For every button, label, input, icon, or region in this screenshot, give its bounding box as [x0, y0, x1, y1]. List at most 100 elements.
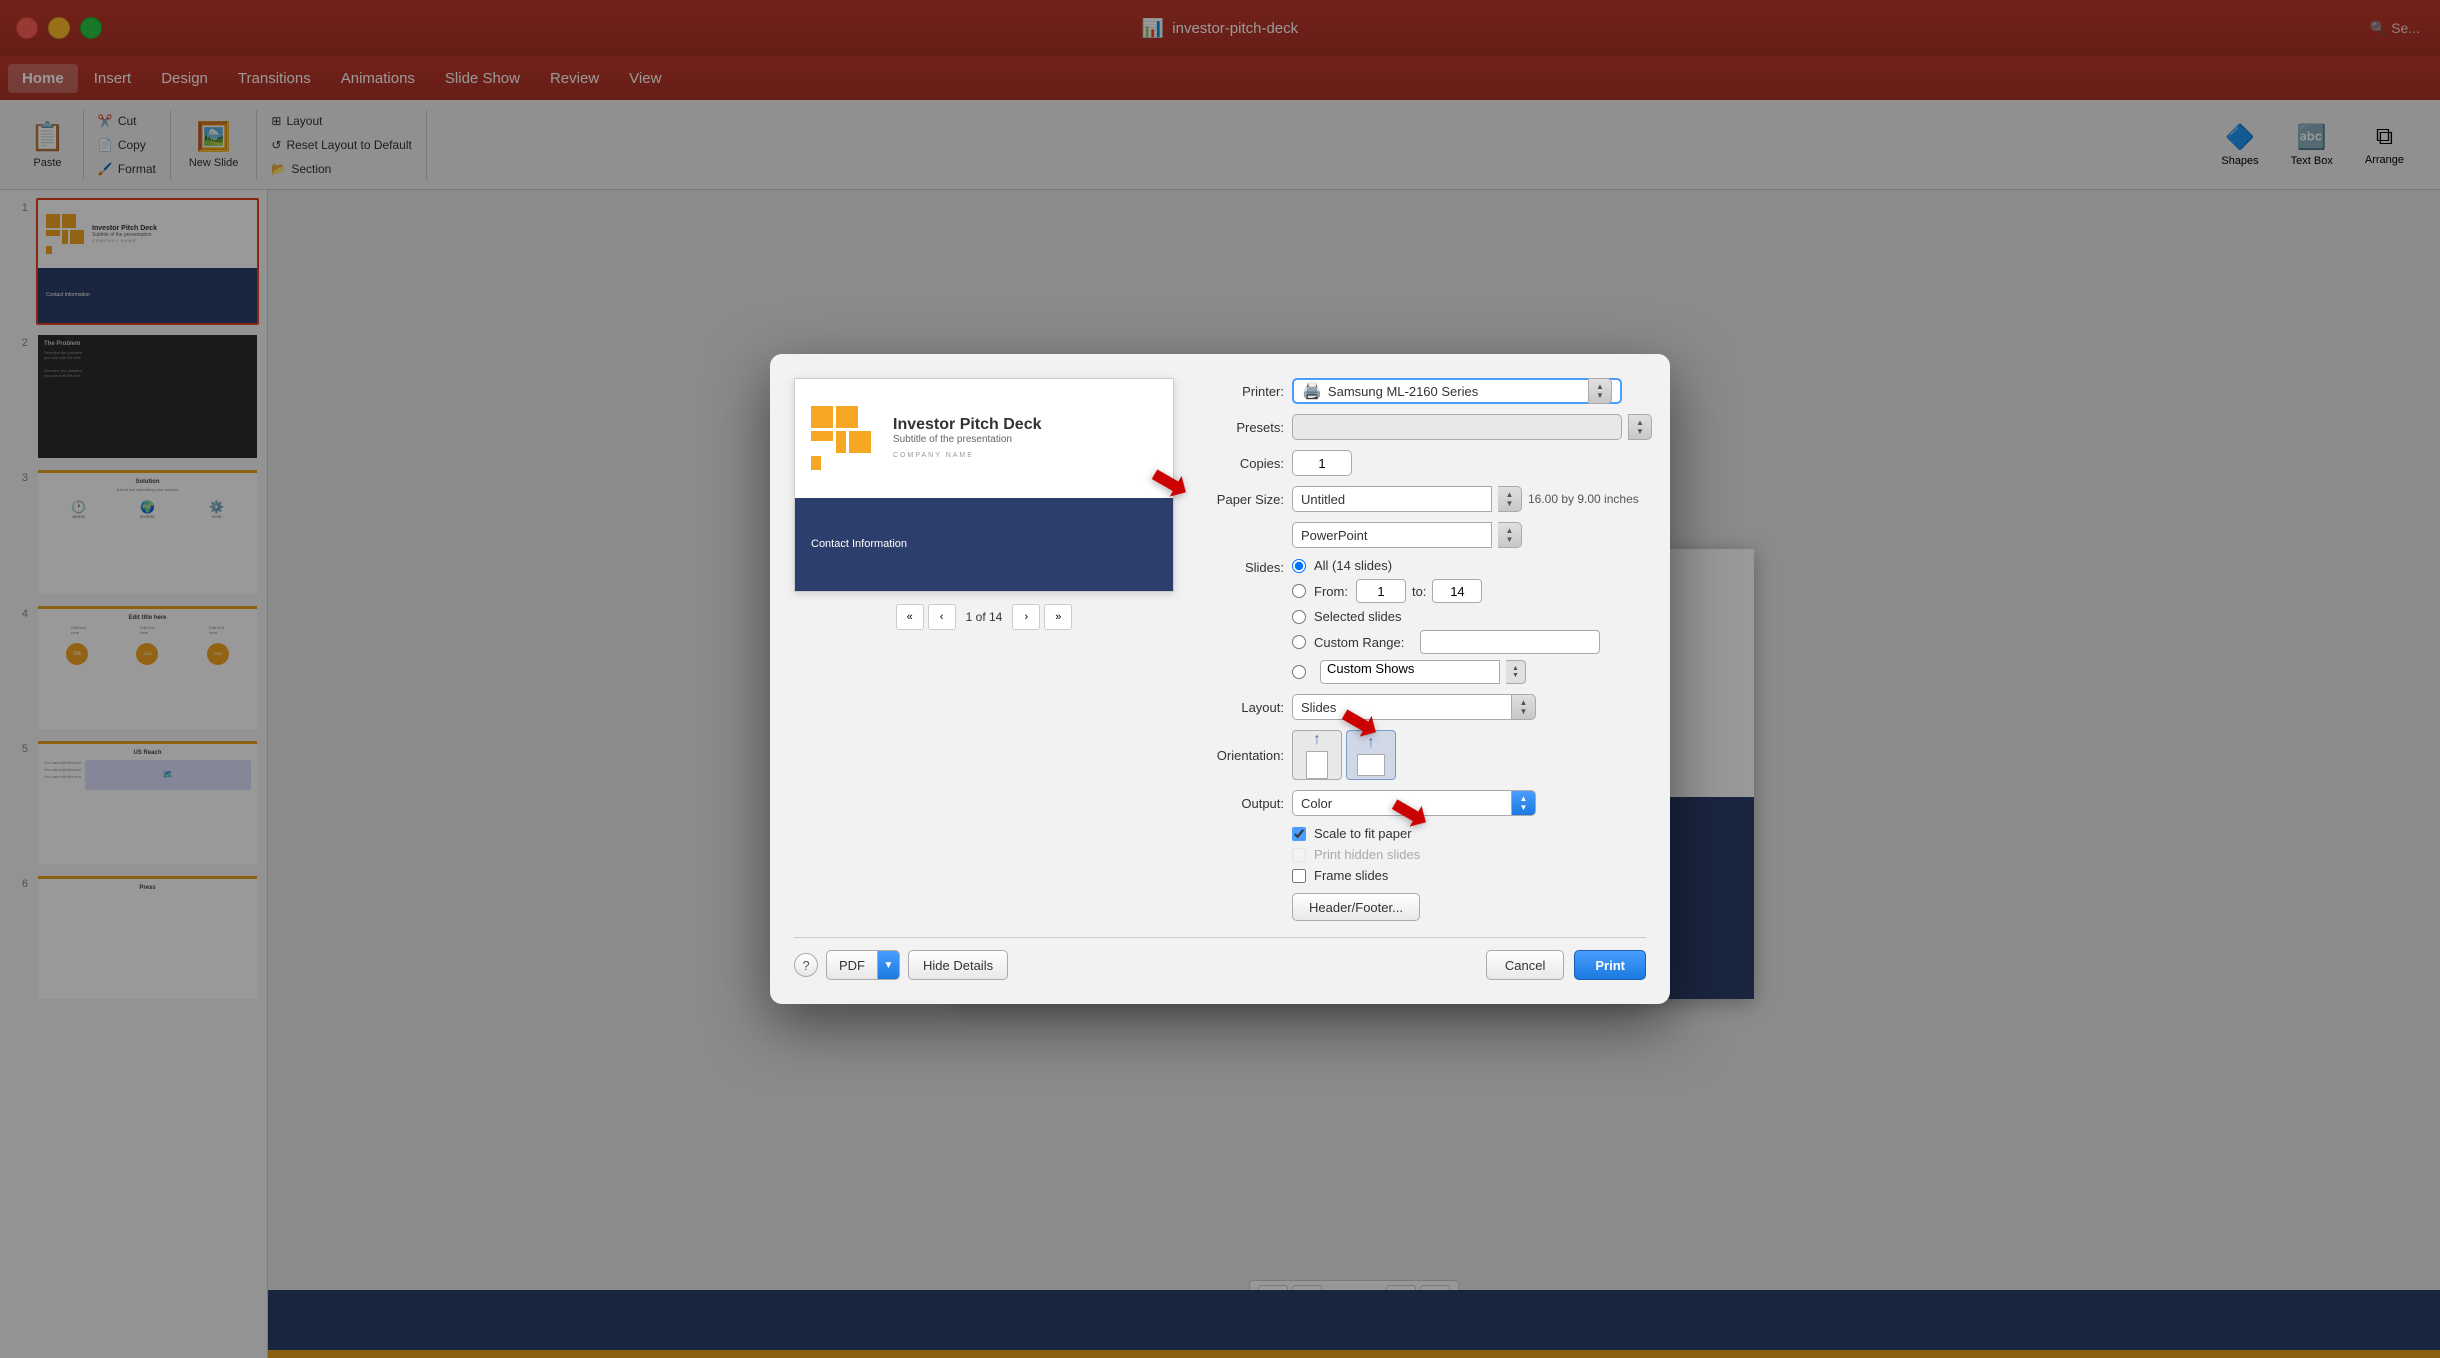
slides-custom-range-input[interactable] [1420, 630, 1600, 654]
print-button[interactable]: Print [1574, 950, 1646, 980]
prev-text: Investor Pitch Deck Subtitle of the pres… [893, 416, 1042, 460]
printer-row: Printer: 🖨️ Samsung ML-2160 Series ▲▼ [1194, 378, 1652, 404]
cancel-button[interactable]: Cancel [1486, 950, 1564, 980]
slides-all-row: All (14 slides) [1292, 558, 1600, 573]
output-label: Output: [1194, 796, 1284, 811]
printer-control: 🖨️ Samsung ML-2160 Series ▲▼ [1292, 378, 1652, 404]
layout-select[interactable]: Slides [1292, 694, 1512, 720]
paper-size-row: Paper Size: Untitled ▲▼ 16.00 by 9.00 in… [1194, 486, 1652, 512]
slides-to-label: to: [1412, 584, 1426, 599]
frame-slides-label: Frame slides [1314, 868, 1388, 883]
scale-to-fit-checkbox[interactable] [1292, 827, 1306, 841]
orientation-label: Orientation: [1194, 748, 1284, 763]
presets-stepper[interactable]: ▲▼ [1628, 414, 1652, 440]
paper-size-control: Untitled ▲▼ 16.00 by 9.00 inches [1292, 486, 1652, 512]
dialog-preview-img: Investor Pitch Deck Subtitle of the pres… [794, 378, 1174, 592]
slides-custom-range-row: Custom Range: [1292, 630, 1600, 654]
pdf-button[interactable]: PDF [826, 950, 878, 980]
layout-label: Layout: [1194, 700, 1284, 715]
output-value: Color [1301, 796, 1332, 811]
custom-shows-stepper[interactable]: ▲▼ [1506, 660, 1526, 684]
paper-size-value: Untitled [1301, 492, 1345, 507]
layout-stepper[interactable]: ▲▼ [1512, 694, 1536, 720]
slides-to-input[interactable]: 14 [1432, 579, 1482, 603]
dialog-nav-next[interactable]: › [1012, 604, 1040, 630]
layout-row: Layout: Slides ▲▼ [1194, 694, 1652, 720]
slides-all-radio[interactable] [1292, 559, 1306, 573]
output-row: Output: Color ▲▼ [1194, 790, 1652, 816]
format-select[interactable]: PowerPoint [1292, 522, 1492, 548]
slides-custom-range-label: Custom Range: [1314, 635, 1404, 650]
copies-label: Copies: [1194, 456, 1284, 471]
dialog-form: Printer: 🖨️ Samsung ML-2160 Series ▲▼ Pr [1194, 378, 1652, 921]
print-dialog: Investor Pitch Deck Subtitle of the pres… [770, 354, 1670, 1004]
presets-control: ▲▼ [1292, 414, 1652, 440]
paper-size-label: Paper Size: [1194, 492, 1284, 507]
slides-all-label: All (14 slides) [1314, 558, 1392, 573]
frame-slides-checkbox[interactable] [1292, 869, 1306, 883]
copies-control: 1 [1292, 450, 1652, 476]
scale-to-fit-row: Scale to fit paper [1292, 826, 1652, 841]
format-control: PowerPoint ▲▼ [1292, 522, 1652, 548]
prev-subtitle: Subtitle of the presentation [893, 434, 1042, 445]
dialog-nav: « ‹ 1 of 14 › » [794, 604, 1174, 630]
format-row: PowerPoint ▲▼ [1194, 522, 1652, 548]
printer-stepper[interactable]: ▲▼ [1588, 378, 1612, 404]
help-button[interactable]: ? [794, 953, 818, 977]
presets-label: Presets: [1194, 420, 1284, 435]
slides-from-label: From: [1314, 584, 1348, 599]
prev-contact: Contact Information [811, 538, 907, 550]
format-value: PowerPoint [1301, 528, 1367, 543]
landscape-button[interactable]: ↑ [1346, 730, 1396, 780]
dialog-nav-page: 1 of 14 [960, 610, 1009, 624]
dialog-preview: Investor Pitch Deck Subtitle of the pres… [794, 378, 1174, 921]
print-hidden-label: Print hidden slides [1314, 847, 1420, 862]
paper-size-select[interactable]: Untitled [1292, 486, 1492, 512]
scale-to-fit-label: Scale to fit paper [1314, 826, 1412, 841]
slides-radio-group: All (14 slides) From: 1 to: 14 [1292, 558, 1600, 684]
slides-custom-range-radio[interactable] [1292, 635, 1306, 649]
print-hidden-row: Print hidden slides [1292, 847, 1652, 862]
paper-dim: 16.00 by 9.00 inches [1528, 492, 1639, 506]
dialog-nav-prev[interactable]: ‹ [928, 604, 956, 630]
printer-select[interactable]: 🖨️ Samsung ML-2160 Series ▲▼ [1292, 378, 1622, 404]
printer-value: Samsung ML-2160 Series [1328, 384, 1478, 399]
presets-field [1292, 414, 1622, 440]
orientation-row: Orientation: ↑ ↑ [1194, 730, 1652, 780]
format-stepper[interactable]: ▲▼ [1498, 522, 1522, 548]
copies-input[interactable]: 1 [1292, 450, 1352, 476]
slides-from-row: From: 1 to: 14 [1292, 579, 1600, 603]
preview-bottom: Contact Information [795, 498, 1173, 591]
copies-row: Copies: 1 [1194, 450, 1652, 476]
preview-top: Investor Pitch Deck Subtitle of the pres… [795, 379, 1173, 498]
hide-details-button[interactable]: Hide Details [908, 950, 1008, 980]
dialog-overlay: Investor Pitch Deck Subtitle of the pres… [0, 0, 2440, 1358]
custom-shows-select[interactable]: Custom Shows [1320, 660, 1500, 684]
custom-shows-label: Custom Shows [1327, 661, 1414, 676]
output-stepper[interactable]: ▲▼ [1512, 790, 1536, 816]
slides-selected-radio[interactable] [1292, 610, 1306, 624]
slides-custom-shows-radio[interactable] [1292, 665, 1306, 679]
portrait-page [1306, 751, 1328, 779]
paper-size-stepper[interactable]: ▲▼ [1498, 486, 1522, 512]
slides-from-input[interactable]: 1 [1356, 579, 1406, 603]
output-select[interactable]: Color [1292, 790, 1512, 816]
custom-shows-box: Custom Shows ▲▼ [1320, 660, 1526, 684]
prev-squares [811, 406, 881, 470]
slides-row: Slides: All (14 slides) From: 1 to: [1194, 558, 1652, 684]
orientation-buttons: ↑ ↑ [1292, 730, 1396, 780]
frame-slides-row: Frame slides [1292, 868, 1652, 883]
layout-value: Slides [1301, 700, 1336, 715]
slides-label: Slides: [1194, 558, 1284, 575]
print-hidden-checkbox[interactable] [1292, 848, 1306, 862]
dialog-nav-last[interactable]: » [1044, 604, 1072, 630]
slides-selected-label: Selected slides [1314, 609, 1401, 624]
portrait-button[interactable]: ↑ [1292, 730, 1342, 780]
pdf-chevron[interactable]: ▼ [878, 950, 900, 980]
slides-from-radio[interactable] [1292, 584, 1306, 598]
printer-icon: 🖨️ [1302, 381, 1322, 401]
printer-label: Printer: [1194, 384, 1284, 399]
landscape-page [1357, 754, 1385, 776]
dialog-nav-first[interactable]: « [896, 604, 924, 630]
header-footer-button[interactable]: Header/Footer... [1292, 893, 1420, 921]
